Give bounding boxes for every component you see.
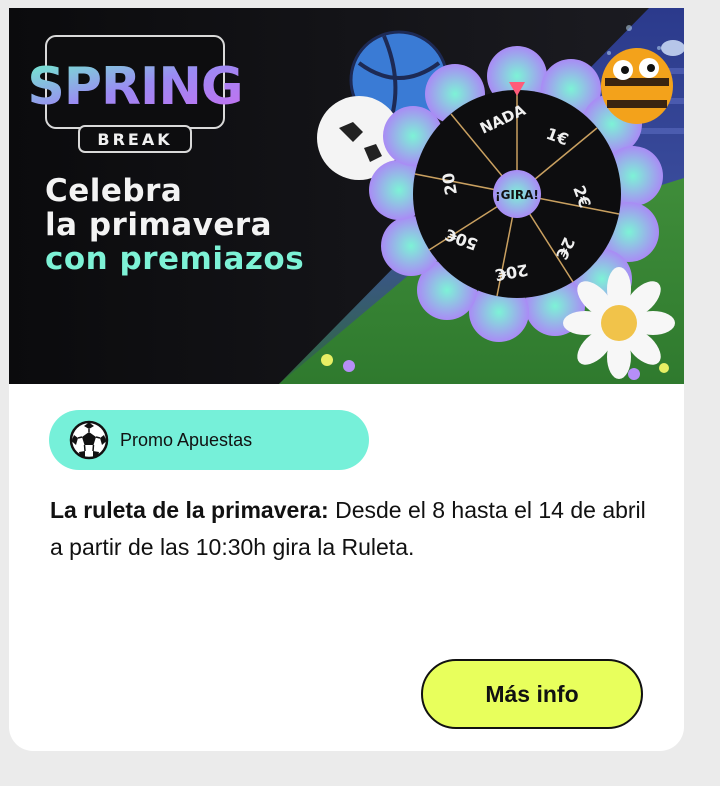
svg-text:BREAK: BREAK [97,130,172,149]
banner-headline: Celebra la primavera con premiazos [45,174,304,276]
promo-description: La ruleta de la primavera: Desde el 8 ha… [50,492,650,566]
more-info-button[interactable]: Más info [421,659,643,729]
category-badge: Promo Apuestas [49,410,369,470]
headline-line-3: con premiazos [45,241,305,277]
svg-text:¡GIRA!: ¡GIRA! [495,188,539,202]
headline-line-2: la primavera [45,207,273,243]
badge-label: Promo Apuestas [120,429,253,450]
daisy-decoration [563,267,675,379]
svg-text:SPRING: SPRING [27,57,242,117]
promo-title: La ruleta de la primavera: [50,497,329,523]
promo-card: SPRING BREAK ¡GIRA! NADA 1€ 2€ 2€ 20€ 50… [9,8,684,751]
svg-text:20: 20 [438,171,461,196]
soccer-ball-icon [69,420,109,460]
headline-line-1: Celebra [45,173,183,209]
promo-banner: SPRING BREAK ¡GIRA! NADA 1€ 2€ 2€ 20€ 50… [9,8,684,384]
